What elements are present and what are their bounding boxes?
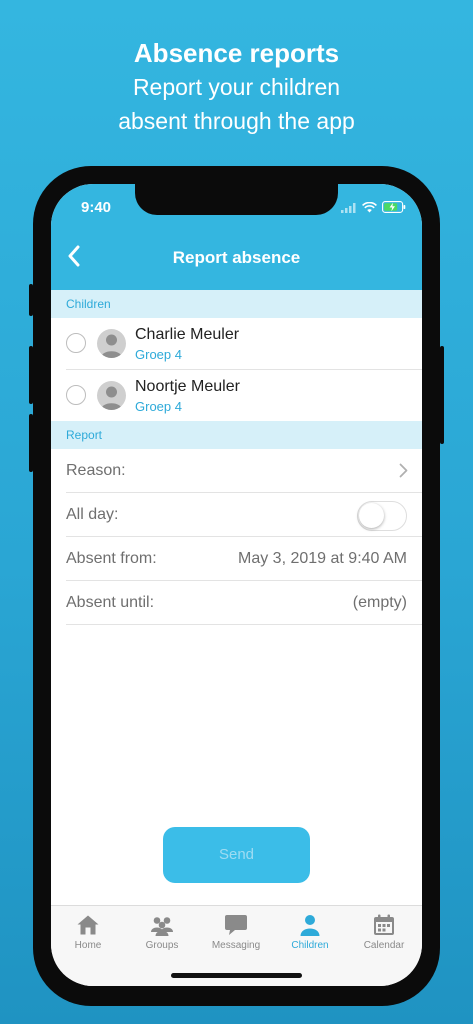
absent-until-row[interactable]: Absent until: (empty) [51, 581, 422, 625]
avatar [97, 381, 126, 410]
chat-bubble-icon [224, 913, 248, 937]
child-person-icon [298, 913, 322, 937]
groups-icon [150, 913, 174, 937]
tab-label: Children [291, 940, 329, 951]
signal-icon [341, 200, 357, 218]
phone-volume-down [29, 414, 33, 472]
phone-volume-up [29, 346, 33, 404]
child-row-noortje[interactable]: Noortje Meuler Groep 4 [51, 370, 422, 422]
calendar-icon [372, 913, 396, 937]
all-day-label: All day: [66, 506, 119, 523]
absent-until-value: (empty) [352, 594, 407, 611]
tab-bar: Home Groups Messaging Children Calendar [51, 905, 422, 986]
avatar [97, 329, 126, 358]
child-row-charlie[interactable]: Charlie Meuler Groep 4 [51, 318, 422, 370]
promo-header: Absence reports Report your children abs… [0, 36, 473, 138]
status-time: 9:40 [81, 199, 112, 216]
tab-label: Home [74, 940, 102, 951]
report-section-header: Report [51, 421, 422, 449]
nav-bar: Report absence [51, 228, 422, 290]
toggle-knob [359, 503, 384, 528]
tab-home[interactable]: Home [51, 906, 125, 956]
divider [66, 624, 422, 625]
tab-label: Groups [145, 940, 179, 951]
child-select-radio[interactable] [66, 385, 86, 405]
chevron-right-icon [399, 463, 408, 483]
reason-label: Reason: [66, 462, 126, 479]
all-day-toggle[interactable] [357, 501, 407, 531]
phone-screen: 9:40 Report absence Children Charlie Meu… [51, 184, 422, 986]
nav-title: Report absence [172, 248, 301, 267]
phone-silent-switch [29, 284, 33, 316]
battery-charging-icon [382, 200, 406, 218]
phone-frame: 9:40 Report absence Children Charlie Meu… [29, 166, 444, 1006]
child-name: Charlie Meuler [135, 326, 240, 343]
tab-messaging[interactable]: Messaging [199, 906, 273, 956]
send-button[interactable]: Send [163, 827, 310, 883]
child-group: Groep 4 [135, 399, 182, 414]
all-day-row: All day: [51, 493, 422, 537]
tab-children[interactable]: Children [273, 906, 347, 956]
phone-power-button [440, 346, 444, 444]
tab-calendar[interactable]: Calendar [347, 906, 421, 956]
phone-notch [135, 184, 338, 215]
reason-row[interactable]: Reason: [51, 449, 422, 493]
home-indicator [171, 973, 302, 978]
tab-label: Calendar [363, 940, 405, 951]
absent-until-label: Absent until: [66, 594, 155, 611]
child-group: Groep 4 [135, 347, 182, 362]
home-icon [76, 913, 100, 937]
absent-from-label: Absent from: [66, 550, 157, 567]
child-name: Noortje Meuler [135, 378, 240, 395]
tab-label: Messaging [211, 940, 261, 951]
promo-title: Absence reports [133, 38, 340, 68]
child-select-radio[interactable] [66, 333, 86, 353]
absent-from-value: May 3, 2019 at 9:40 AM [238, 550, 407, 567]
absent-from-row[interactable]: Absent from: May 3, 2019 at 9:40 AM [51, 537, 422, 581]
tab-groups[interactable]: Groups [125, 906, 199, 956]
promo-subtitle-line2: absent through the app [118, 108, 355, 134]
status-icons [341, 200, 406, 218]
wifi-icon [362, 200, 377, 218]
children-section-header: Children [51, 290, 422, 318]
promo-subtitle-line1: Report your children [132, 74, 341, 100]
